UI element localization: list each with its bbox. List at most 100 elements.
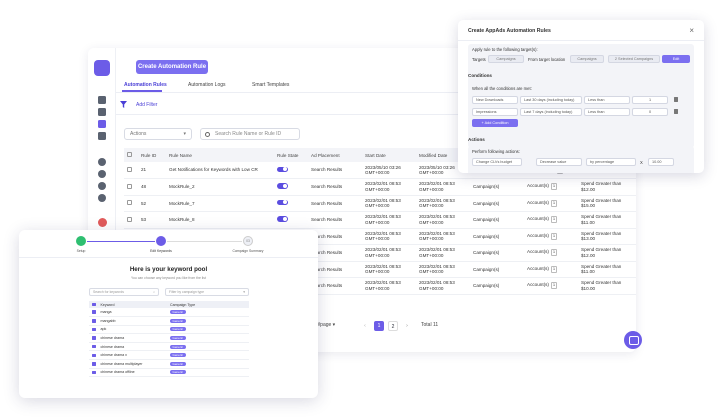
apply-count-badge[interactable]: 1 bbox=[550, 183, 557, 191]
rule-name[interactable]: MockRule_7 bbox=[166, 195, 274, 212]
select-all-checkbox[interactable] bbox=[127, 152, 132, 157]
keyword-search-input[interactable]: Search for keywords ⌕ bbox=[89, 288, 159, 296]
apply-count-badge[interactable]: 1 bbox=[550, 265, 557, 273]
chat-support-button[interactable] bbox=[624, 331, 642, 349]
apply-to: Account(s) bbox=[527, 183, 549, 189]
row-checkbox[interactable] bbox=[127, 216, 132, 222]
apply-count-badge[interactable]: 1 bbox=[550, 199, 557, 207]
keyword-checkbox[interactable] bbox=[92, 319, 96, 323]
keyword-row[interactable]: chinese drama Generic bbox=[89, 333, 249, 343]
condition-1-value[interactable]: 1 bbox=[632, 96, 668, 104]
gear-icon[interactable] bbox=[98, 182, 106, 190]
keyword-row[interactable]: chinese drama Generic bbox=[89, 342, 249, 352]
keyword-checkbox[interactable] bbox=[92, 362, 96, 366]
action-value-input[interactable]: 10.00 bbox=[648, 158, 674, 166]
notification-icon[interactable] bbox=[97, 218, 107, 227]
apply-label: Apply rule to the following target(s): bbox=[472, 47, 538, 52]
start-date: 2023/02/01 08:53 GMT+00:00 bbox=[362, 211, 416, 229]
keyword-checkbox[interactable] bbox=[92, 370, 96, 375]
page-1-button[interactable]: 1 bbox=[374, 321, 384, 331]
row-checkbox[interactable] bbox=[127, 183, 132, 189]
table-row[interactable]: 48 MockRule_2 Search Results 2023/02/01 08:… bbox=[124, 178, 636, 196]
tab-automation-rules[interactable]: Automation Rules bbox=[124, 82, 167, 88]
trash-icon[interactable] bbox=[674, 97, 678, 102]
keyword-checkbox[interactable] bbox=[92, 310, 96, 314]
tab-automation-logs[interactable]: Automation Logs bbox=[188, 82, 226, 88]
step-edit-keywords-label: Edit Keywords bbox=[150, 249, 172, 253]
apply-count-badge[interactable]: 1 bbox=[550, 232, 557, 240]
condition-2-metric[interactable]: Impressions bbox=[472, 108, 518, 116]
keyword-row[interactable]: manga Generic bbox=[89, 308, 249, 318]
keyword-row[interactable]: chinese drama x Generic bbox=[89, 350, 249, 361]
rule-state-toggle[interactable] bbox=[277, 166, 288, 173]
close-icon[interactable]: × bbox=[689, 26, 694, 35]
apply-count-badge[interactable]: 1 bbox=[550, 282, 557, 290]
rule-state-toggle[interactable] bbox=[277, 199, 288, 206]
row-checkbox[interactable] bbox=[127, 200, 132, 206]
create-automation-rule-button[interactable]: Create Automation Rule bbox=[136, 60, 208, 74]
modified-date: 2023/02/01 08:53 GMT+00:00 bbox=[416, 195, 470, 212]
condition-1-operator[interactable]: Less than bbox=[584, 96, 630, 104]
keyword-checkbox[interactable] bbox=[92, 327, 96, 332]
share-icon[interactable] bbox=[98, 158, 106, 166]
from-target-select[interactable]: Campaigns bbox=[570, 55, 604, 63]
edit-button[interactable]: Edit bbox=[662, 55, 690, 63]
targets-select[interactable]: Campaigns bbox=[488, 55, 524, 63]
campaign-type-filter[interactable]: Filter by campaign type ▾ bbox=[165, 288, 249, 296]
add-condition-button[interactable]: + Add Condition bbox=[472, 119, 518, 127]
col-ad-placement[interactable]: Ad Placement bbox=[308, 148, 362, 162]
prev-page-button[interactable]: ‹ bbox=[360, 321, 370, 331]
condition-1-metric[interactable]: New Downloads bbox=[472, 96, 518, 104]
table-row[interactable]: 52 MockRule_7 Search Results 2023/02/01 08:… bbox=[124, 195, 636, 212]
condition-1-period[interactable]: Last 30 days (including today) bbox=[520, 96, 582, 104]
condition-2-period[interactable]: Last 7 days (including today) bbox=[520, 108, 582, 116]
campaign-type-badge: Generic bbox=[170, 310, 186, 315]
rule-state-toggle[interactable] bbox=[277, 216, 288, 222]
tab-smart-templates[interactable]: Smart Templates bbox=[252, 82, 289, 88]
table-row[interactable]: 53 MockRule_8 Search Results 2023/02/01 08:… bbox=[124, 211, 636, 229]
rule-state-toggle[interactable] bbox=[277, 183, 288, 189]
page-2-button[interactable]: 2 bbox=[388, 321, 398, 331]
rule-name[interactable]: Get Notifications for Keywords with Low … bbox=[166, 162, 274, 179]
keyword-checkbox[interactable] bbox=[92, 336, 96, 340]
keyword-row[interactable]: chinese drama offline Generic bbox=[89, 368, 249, 378]
per-page-select[interactable]: 0/page ▾ bbox=[316, 322, 335, 328]
search-input[interactable]: Search Rule Name or Rule ID bbox=[200, 128, 300, 140]
filter-icon[interactable] bbox=[120, 101, 127, 108]
documents-icon[interactable] bbox=[98, 132, 106, 140]
keyword-row[interactable]: apk Generic bbox=[89, 325, 249, 335]
rule-name[interactable]: MockRule_8 bbox=[166, 211, 274, 229]
action-direction-select[interactable]: Decrease value bbox=[536, 158, 582, 166]
col-rule-name[interactable]: Rule Name bbox=[166, 148, 274, 162]
keyword-checkbox[interactable] bbox=[92, 353, 96, 358]
reports-icon[interactable] bbox=[98, 108, 106, 116]
col-rule-id[interactable]: Rule ID bbox=[138, 148, 166, 162]
start-date: 2023/02/01 08:53 GMT+00:00 bbox=[362, 228, 416, 245]
actions-dropdown[interactable]: Actions ▾ bbox=[124, 128, 192, 140]
col-rule-state[interactable]: Rule State bbox=[274, 148, 308, 162]
next-page-button[interactable]: › bbox=[402, 321, 412, 331]
action-unit-select[interactable]: by percentage bbox=[586, 158, 636, 166]
rule-name[interactable]: MockRule_2 bbox=[166, 178, 274, 196]
action-type-select[interactable]: Change CLVs budget bbox=[472, 158, 522, 166]
apply-count-badge[interactable]: 1 bbox=[550, 249, 557, 257]
add-filter-link[interactable]: Add Filter bbox=[136, 102, 157, 108]
start-date: 2023/02/01 08:53 GMT+00:00 bbox=[362, 244, 416, 262]
keyword-row[interactable]: mangabb Generic bbox=[89, 316, 249, 326]
condition-2-value[interactable]: 0 bbox=[632, 108, 668, 116]
row-checkbox[interactable] bbox=[127, 166, 132, 172]
trash-icon[interactable] bbox=[674, 109, 678, 114]
keyword-checkbox[interactable] bbox=[92, 344, 96, 349]
condition-2-operator[interactable]: Less than bbox=[584, 108, 630, 116]
search-icon: ⌕ bbox=[153, 290, 155, 294]
select-all-checkbox[interactable] bbox=[92, 302, 96, 307]
bulb-icon[interactable] bbox=[98, 170, 106, 178]
col-start-date[interactable]: Start Date bbox=[362, 148, 416, 162]
keyword-row[interactable]: chinese drama multiplayer Generic bbox=[89, 359, 249, 369]
apply-count-badge[interactable]: 1 bbox=[550, 216, 557, 224]
app-logo[interactable] bbox=[94, 60, 110, 76]
dashboard-icon[interactable] bbox=[98, 96, 106, 104]
automation-icon[interactable] bbox=[98, 120, 106, 128]
help-icon[interactable] bbox=[98, 194, 106, 202]
step-setup-label: Setup bbox=[76, 249, 86, 253]
